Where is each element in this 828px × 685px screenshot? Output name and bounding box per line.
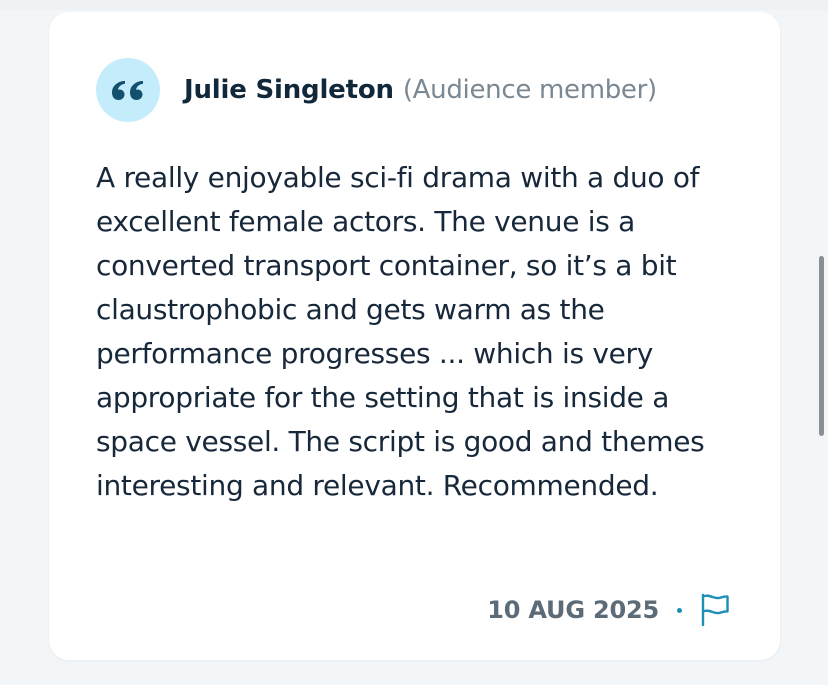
review-card: Julie Singleton (Audience member) A real…: [49, 12, 780, 660]
review-date: 10 AUG 2025: [487, 596, 659, 624]
separator-dot: [677, 607, 682, 613]
flag-icon: [701, 593, 729, 627]
author-role: (Audience member): [402, 75, 657, 105]
author-name: Julie Singleton: [184, 75, 394, 105]
scrollbar-thumb[interactable]: [819, 256, 824, 436]
quote-icon: [112, 81, 143, 100]
report-flag-button[interactable]: [698, 592, 732, 628]
review-text: A really enjoyable sci-fi drama with a d…: [96, 161, 705, 502]
review-meta: 10 AUG 2025: [487, 590, 732, 630]
quote-badge: [96, 58, 160, 122]
top-divider: [0, 0, 828, 10]
review-header: Julie Singleton (Audience member): [96, 58, 657, 122]
